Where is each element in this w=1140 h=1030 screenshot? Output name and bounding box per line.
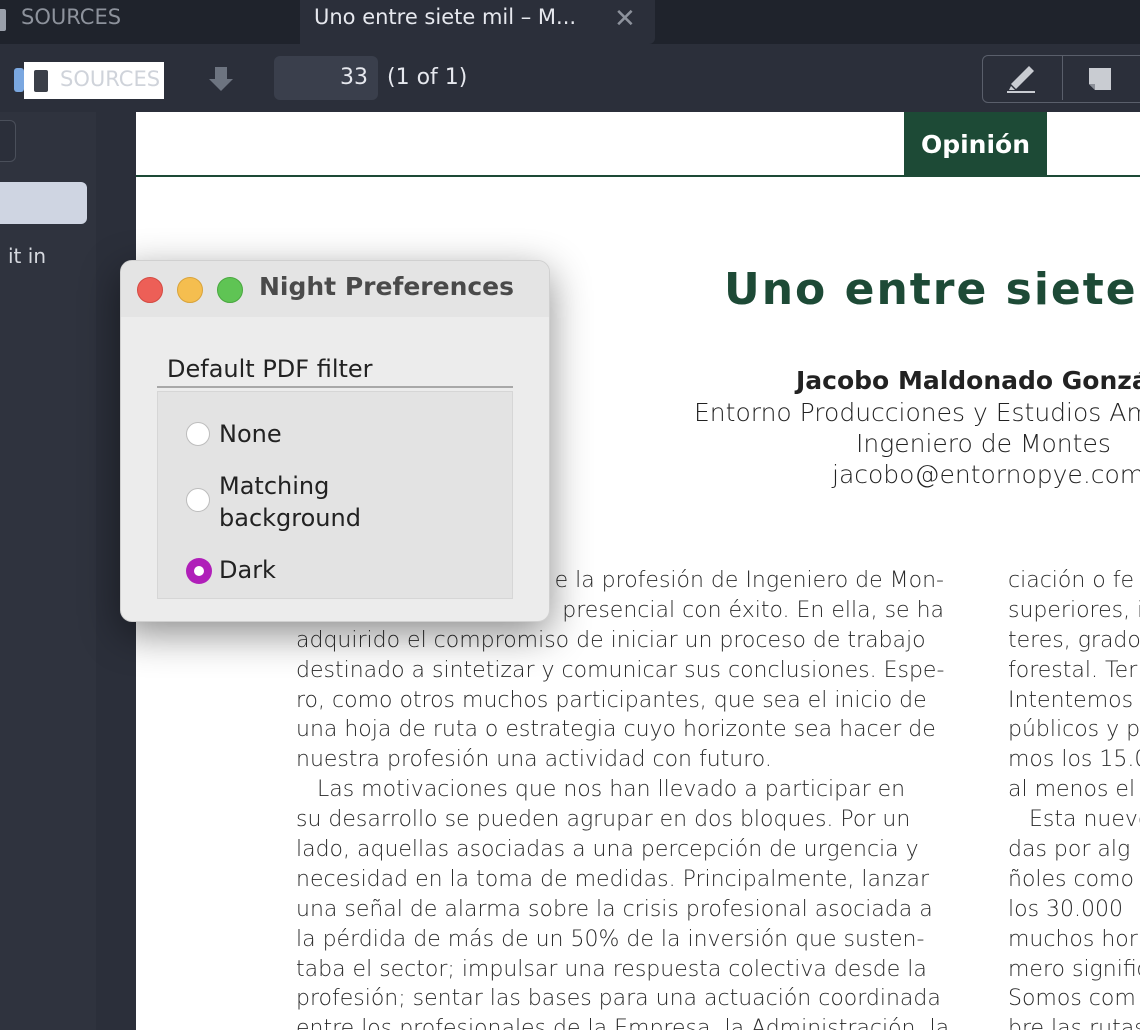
text-line: al menos el <box>1008 777 1136 803</box>
sidebar-field[interactable] <box>0 120 16 162</box>
author-email: jacobo@entornopye.com <box>832 460 1140 489</box>
text-line: Las motivaciones que nos han llevado a p… <box>296 777 906 803</box>
text-line: muchos hori <box>1008 926 1140 952</box>
page-number-value: 33 <box>340 65 368 90</box>
radio-button[interactable] <box>186 422 210 446</box>
text-line: profesión; sentar las bases para una act… <box>296 986 941 1012</box>
radio-matching-label-line2: background <box>219 504 361 532</box>
text-line: adquirido el compromiso de iniciar un pr… <box>296 627 926 653</box>
filter-section-label: Default PDF filter <box>167 355 373 383</box>
body-column-1: e la profesión de Ingeniero de Mon- pres… <box>296 566 950 1030</box>
text-line: Esta nuevo <box>1008 807 1140 833</box>
radio-dot <box>194 566 204 576</box>
radio-matching-label-line1: Matching <box>219 472 330 500</box>
highlighter-icon <box>1007 66 1035 93</box>
radio-button[interactable] <box>186 488 210 512</box>
filter-options-box: None Matching background Dark <box>157 391 513 599</box>
radio-button-selected[interactable] <box>186 558 212 584</box>
text-line: la pérdida de más de un 50% de la invers… <box>296 926 925 952</box>
text-line: ciación o fe <box>1008 568 1135 593</box>
page-count: (1 of 1) <box>387 65 468 90</box>
tab-document[interactable]: Uno entre siete mil – M... ✕ <box>300 0 655 44</box>
text-line: taba el sector; impulsar una respuesta c… <box>296 956 927 982</box>
body-column-2: ciación o fe superiores, i teres, grado … <box>1008 566 1140 1030</box>
close-window-button[interactable] <box>137 277 163 303</box>
sources-drag-label: SOURCES <box>60 67 161 91</box>
text-line: nuestra profesión una actividad con futu… <box>296 747 772 773</box>
text-line: destinado a sintetizar y comunicar sus c… <box>296 657 945 683</box>
down-arrow-icon[interactable] <box>206 64 236 94</box>
sidebar-snippet: it in <box>8 244 46 268</box>
author-name: Jacobo Maldonado Gonzále <box>796 366 1140 395</box>
night-preferences-dialog: Night Preferences Default PDF filter Non… <box>120 260 550 622</box>
article-title: Uno entre siete <box>724 264 1138 315</box>
dialog-title: Night Preferences <box>259 272 515 301</box>
text-line: forestal. Ter <box>1008 657 1138 683</box>
section-underline <box>157 386 513 388</box>
cabinet-icon <box>0 9 6 31</box>
text-line: necesidad en la toma de medidas. Princip… <box>296 866 929 892</box>
zoom-window-button[interactable] <box>217 277 243 303</box>
tab-sources[interactable]: SOURCES <box>0 0 300 44</box>
text-line: teres, grado <box>1008 627 1140 653</box>
text-line: Intentemos s <box>1008 687 1140 713</box>
text-line: Somos com <box>1008 986 1136 1012</box>
text-line: públicos y p <box>1008 717 1140 743</box>
text-line: los 30.000 <box>1008 896 1124 922</box>
tab-sources-label: SOURCES <box>21 5 122 29</box>
text-line: bre las rutas <box>1008 1016 1140 1030</box>
section-tag: Opinión <box>904 112 1047 176</box>
tab-document-title: Uno entre siete mil – M... <box>314 5 577 29</box>
back-chevron-icon[interactable] <box>14 68 24 92</box>
sidebar-button[interactable] <box>0 182 87 224</box>
minimize-window-button[interactable] <box>177 277 203 303</box>
cabinet-icon <box>34 70 48 92</box>
header-rule <box>136 175 1140 177</box>
highlighter-button[interactable] <box>983 56 1063 100</box>
text-line: entre los profesionales de la Empresa, l… <box>296 1016 950 1030</box>
toolbar: SOURCES 33 (1 of 1) <box>0 44 1140 112</box>
text-line: una hoja de ruta o estrategia cuyo horiz… <box>296 717 936 743</box>
radio-none-label: None <box>219 420 282 448</box>
author-role: Ingeniero de Montes <box>856 429 1111 458</box>
text-line: lado, aquellas asociadas a una percepció… <box>296 837 919 863</box>
dialog-titlebar[interactable]: Night Preferences <box>121 261 549 317</box>
text-line: ro, como otros muchos participantes, que… <box>296 687 927 713</box>
text-line: mos los 15.0 <box>1008 747 1140 773</box>
author-affiliation: Entorno Producciones y Estudios Ambie <box>694 398 1140 427</box>
text-line: superiores, i <box>1008 597 1140 623</box>
text-line: das por alg <box>1008 837 1131 863</box>
sources-drag-badge[interactable]: SOURCES <box>24 62 164 99</box>
radio-dark-label: Dark <box>219 556 276 584</box>
page-number-field[interactable]: 33 <box>274 56 378 100</box>
text-line: ñoles como <box>1008 866 1134 892</box>
text-line: una señal de alarma sobre la crisis prof… <box>296 896 933 922</box>
text-line: su desarrollo se pueden agrupar en dos b… <box>296 807 911 833</box>
text-line: mero signific <box>1008 956 1140 982</box>
close-icon[interactable]: ✕ <box>614 4 636 34</box>
note-icon <box>1089 68 1111 90</box>
note-button[interactable] <box>1063 56 1140 100</box>
